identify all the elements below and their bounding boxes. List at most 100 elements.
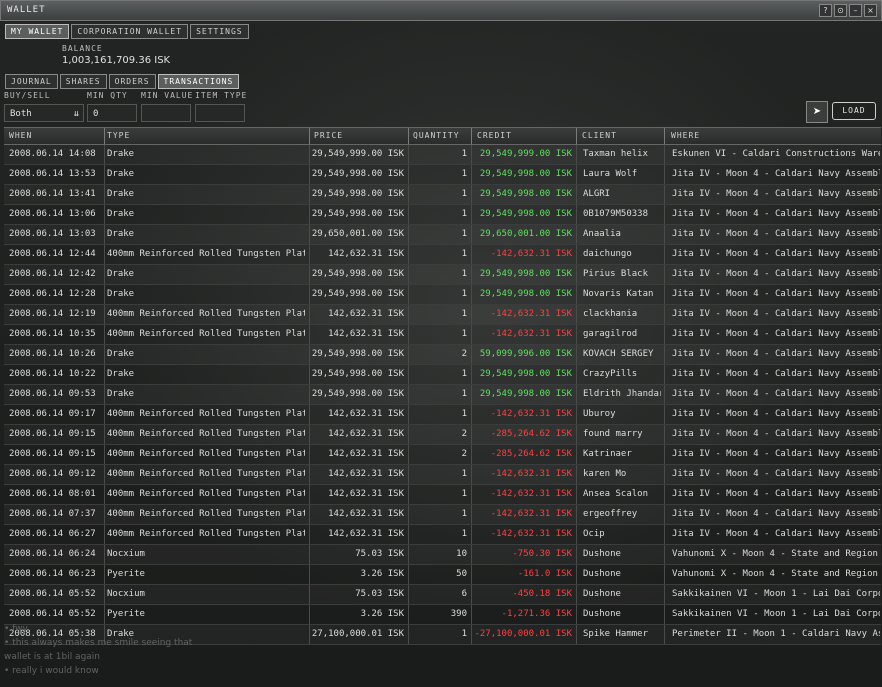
cell-credit: -1,271.36 ISK	[501, 609, 572, 619]
cell-credit: -27,100,000.01 ISK	[474, 629, 572, 639]
col-quantity[interactable]: QUANTITY	[413, 131, 460, 140]
cell-qty: 1	[461, 529, 467, 539]
wallet-subtabs: JOURNAL SHARES ORDERS TRANSACTIONS	[5, 74, 240, 89]
cell-qty: 1	[461, 509, 467, 519]
cell-where: Perimeter II - Moon 1 - Caldari Navy Ass…	[672, 629, 880, 639]
table-row[interactable]: 2008.06.14 06:27 400mm Reinforced Rolled …	[4, 525, 881, 545]
cell-client: Pirius Black	[583, 269, 649, 279]
item-type-input[interactable]	[195, 104, 245, 122]
cell-credit: -142,632.31 ISK	[490, 469, 572, 479]
help-icon[interactable]: ?	[819, 4, 832, 17]
table-row[interactable]: 2008.06.14 06:24 Nocxium 75.03 ISK 10 -750.3…	[4, 545, 881, 565]
options-icon[interactable]: ⊙	[834, 4, 847, 17]
col-where[interactable]: WHERE	[671, 131, 700, 140]
cell-qty: 2	[461, 349, 467, 359]
cell-credit: -142,632.31 ISK	[490, 249, 572, 259]
cell-price: 142,632.31 ISK	[328, 429, 404, 439]
cell-type: Drake	[107, 389, 135, 399]
cell-type: 400mm Reinforced Rolled Tungsten Plates …	[107, 249, 305, 259]
cell-where: Jita IV - Moon 4 - Caldari Navy Assembly…	[672, 509, 880, 519]
tab-my-wallet[interactable]: MY WALLET	[5, 24, 70, 39]
table-row[interactable]: 2008.06.14 12:42 Drake 29,549,998.00 ISK 1 2…	[4, 265, 881, 285]
cell-type: 400mm Reinforced Rolled Tungsten Plates …	[107, 449, 305, 459]
cell-where: Jita IV - Moon 4 - Caldari Navy Assembly…	[672, 449, 880, 459]
table-row[interactable]: 2008.06.14 13:41 Drake 29,549,998.00 ISK 1 2…	[4, 185, 881, 205]
min-value-input[interactable]	[141, 104, 191, 122]
cell-client: Laura Wolf	[583, 169, 638, 179]
cell-credit: -142,632.31 ISK	[490, 309, 572, 319]
cell-price: 142,632.31 ISK	[328, 529, 404, 539]
table-row[interactable]: 2008.06.14 09:12 400mm Reinforced Rolled …	[4, 465, 881, 485]
col-client[interactable]: CLIENT	[582, 131, 617, 140]
cell-client: karen Mo	[583, 469, 627, 479]
cell-where: Jita IV - Moon 4 - Caldari Navy Assembly…	[672, 409, 880, 419]
cell-when: 2008.06.14 09:12	[9, 469, 96, 479]
table-row[interactable]: 2008.06.14 10:22 Drake 29,549,998.00 ISK 1 2…	[4, 365, 881, 385]
cell-credit: 29,549,998.00 ISK	[479, 269, 572, 279]
table-row[interactable]: 2008.06.14 05:52 Nocxium 75.03 ISK 6 -450.18…	[4, 585, 881, 605]
close-icon[interactable]: ×	[864, 4, 877, 17]
cell-qty: 1	[461, 309, 467, 319]
table-row[interactable]: 2008.06.14 09:15 400mm Reinforced Rolled …	[4, 445, 881, 465]
table-row[interactable]: 2008.06.14 08:01 400mm Reinforced Rolled …	[4, 485, 881, 505]
table-row[interactable]: 2008.06.14 10:26 Drake 29,549,998.00 ISK 2 5…	[4, 345, 881, 365]
cell-where: Jita IV - Moon 4 - Caldari Navy Assembly…	[672, 489, 880, 499]
cell-price: 29,549,999.00 ISK	[311, 149, 404, 159]
cell-credit: -142,632.31 ISK	[490, 409, 572, 419]
table-row[interactable]: 2008.06.14 14:08 Drake 29,549,999.00 ISK 1 2…	[4, 145, 881, 165]
cell-type: 400mm Reinforced Rolled Tungsten Plates …	[107, 309, 305, 319]
tab-transactions[interactable]: TRANSACTIONS	[157, 74, 240, 89]
cell-where: Jita IV - Moon 4 - Caldari Navy Assembly…	[672, 429, 880, 439]
minimize-icon[interactable]: –	[849, 4, 862, 17]
cell-type: 400mm Reinforced Rolled Tungsten Plates …	[107, 489, 305, 499]
chat-line: • this always makes me smile seeing that	[4, 638, 193, 648]
col-when[interactable]: WHEN	[9, 131, 32, 140]
tab-orders[interactable]: ORDERS	[108, 74, 156, 89]
cell-client: Novaris Katan	[583, 289, 654, 299]
table-row[interactable]: 2008.06.14 09:53 Drake 29,549,998.00 ISK 1 2…	[4, 385, 881, 405]
tab-journal[interactable]: JOURNAL	[5, 74, 58, 89]
table-row[interactable]: 2008.06.14 13:53 Drake 29,549,998.00 ISK 1 2…	[4, 165, 881, 185]
table-row[interactable]: 2008.06.14 10:35 400mm Reinforced Rolled …	[4, 325, 881, 345]
tab-corporation-wallet[interactable]: CORPORATION WALLET	[71, 24, 189, 39]
cell-price: 142,632.31 ISK	[328, 329, 404, 339]
cell-type: Drake	[107, 169, 135, 179]
cell-qty: 1	[461, 489, 467, 499]
cell-where: Sakkikainen VI - Moon 1 - Lai Dai Corpor…	[672, 589, 880, 599]
table-row[interactable]: 2008.06.14 12:19 400mm Reinforced Rolled …	[4, 305, 881, 325]
window-controls: ? ⊙ – ×	[819, 4, 877, 17]
background-chat: • fwy • this always makes me smile seeing…	[4, 622, 404, 678]
table-row[interactable]: 2008.06.14 13:03 Drake 29,650,001.00 ISK 1 2…	[4, 225, 881, 245]
cell-credit: -142,632.31 ISK	[490, 329, 572, 339]
col-credit[interactable]: CREDIT	[477, 131, 512, 140]
cell-qty: 1	[461, 469, 467, 479]
table-row[interactable]: 2008.06.14 13:06 Drake 29,549,998.00 ISK 1 2…	[4, 205, 881, 225]
cell-credit: -450.18 ISK	[512, 589, 572, 599]
cell-when: 2008.06.14 13:53	[9, 169, 96, 179]
col-type[interactable]: TYPE	[107, 131, 130, 140]
cell-type: 400mm Reinforced Rolled Tungsten Plates …	[107, 409, 305, 419]
cell-credit: -285,264.62 ISK	[490, 449, 572, 459]
cell-where: Jita IV - Moon 4 - Caldari Navy Assembly…	[672, 329, 880, 339]
buysell-value: Both	[10, 109, 32, 119]
table-row[interactable]: 2008.06.14 07:37 400mm Reinforced Rolled …	[4, 505, 881, 525]
table-row[interactable]: 2008.06.14 12:44 400mm Reinforced Rolled …	[4, 245, 881, 265]
table-row[interactable]: 2008.06.14 06:23 Pyerite 3.26 ISK 50 -161.0 …	[4, 565, 881, 585]
cell-when: 2008.06.14 09:15	[9, 449, 96, 459]
table-row[interactable]: 2008.06.14 09:17 400mm Reinforced Rolled …	[4, 405, 881, 425]
cell-client: Dushone	[583, 589, 621, 599]
min-qty-input[interactable]: 0	[87, 104, 137, 122]
load-button[interactable]: LOAD	[832, 102, 876, 120]
title-bar[interactable]: WALLET ? ⊙ – ×	[0, 0, 882, 21]
table-row[interactable]: 2008.06.14 12:28 Drake 29,549,998.00 ISK 1 2…	[4, 285, 881, 305]
cell-qty: 1	[461, 249, 467, 259]
col-price[interactable]: PRICE	[314, 131, 343, 140]
tab-settings[interactable]: SETTINGS	[190, 24, 249, 39]
cell-type: Drake	[107, 269, 135, 279]
cell-client: found marry	[583, 429, 643, 439]
buysell-select[interactable]: Both ⇊	[4, 104, 84, 122]
cell-qty: 50	[456, 569, 467, 579]
market-arrow-icon[interactable]: ➤	[806, 101, 828, 123]
tab-shares[interactable]: SHARES	[59, 74, 107, 89]
table-row[interactable]: 2008.06.14 09:15 400mm Reinforced Rolled …	[4, 425, 881, 445]
